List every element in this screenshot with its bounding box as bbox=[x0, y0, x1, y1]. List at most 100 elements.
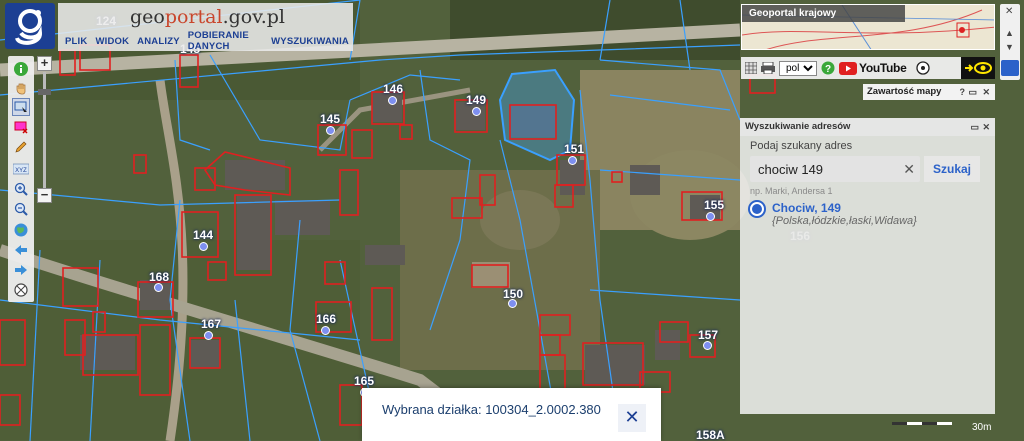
grid-icon[interactable] bbox=[745, 62, 757, 74]
minimize-icon[interactable]: ▭ bbox=[970, 118, 979, 136]
search-button[interactable]: Szukaj bbox=[924, 156, 980, 182]
menu-pobieranie-danych[interactable]: POBIERANIE DANYCH bbox=[184, 30, 267, 52]
compass-tool[interactable] bbox=[12, 281, 30, 299]
close-icon[interactable]: ✕ bbox=[1005, 6, 1013, 17]
info-tool[interactable] bbox=[12, 60, 30, 78]
result-radio[interactable] bbox=[750, 202, 764, 216]
address-point[interactable] bbox=[472, 107, 481, 116]
address-label: 157 bbox=[698, 328, 719, 342]
chevron-down-icon[interactable]: ▼ bbox=[1005, 42, 1014, 52]
close-icon[interactable]: ✕ bbox=[982, 84, 990, 100]
youtube-link[interactable]: YouTube bbox=[839, 61, 907, 75]
address-point[interactable] bbox=[508, 299, 517, 308]
arrow-right-icon bbox=[15, 265, 27, 275]
address-point[interactable] bbox=[703, 341, 712, 350]
search-panel-title: Wyszukiwanie adresów bbox=[745, 121, 851, 132]
zoom-out-tool[interactable] bbox=[12, 200, 30, 218]
zoom-out-button[interactable]: − bbox=[37, 188, 52, 203]
next-view-tool[interactable] bbox=[12, 261, 30, 279]
brand-title: geoportal.gov.pl bbox=[58, 3, 353, 31]
menu-widok[interactable]: WIDOK bbox=[91, 36, 133, 47]
zoom-out-icon bbox=[14, 202, 28, 216]
select-area-icon bbox=[14, 101, 27, 112]
maximize-icon[interactable]: ▭ bbox=[968, 84, 977, 100]
result-title[interactable]: Chociw, 149 bbox=[772, 201, 841, 215]
address-point[interactable] bbox=[321, 326, 330, 335]
address-point[interactable] bbox=[388, 96, 397, 105]
address-label: 168 bbox=[149, 270, 170, 284]
address-point[interactable] bbox=[204, 331, 213, 340]
scale-label: 30m bbox=[972, 422, 992, 433]
eye-toggle-icon[interactable] bbox=[1001, 60, 1019, 76]
pan-tool[interactable] bbox=[12, 80, 30, 98]
info-icon bbox=[14, 62, 28, 76]
address-point[interactable] bbox=[706, 212, 715, 221]
draw-tool[interactable] bbox=[12, 138, 30, 156]
right-controls: ✕ ▲ ▼ bbox=[1000, 4, 1020, 80]
zoom-slider[interactable]: + − bbox=[37, 56, 52, 204]
geoportal-logo[interactable] bbox=[5, 3, 55, 49]
overview-map-title: Geoportal krajowy bbox=[742, 5, 905, 22]
xyz-coordinates-icon: XYZ bbox=[13, 163, 29, 175]
address-label: 167 bbox=[201, 317, 222, 331]
youtube-label: YouTube bbox=[859, 61, 907, 75]
selected-parcel-popup: Wybrana działka: 100304_2.0002.380 ✕ bbox=[362, 388, 661, 441]
address-point[interactable] bbox=[199, 242, 208, 251]
language-select[interactable]: pol bbox=[779, 60, 817, 76]
help-icon[interactable]: ? bbox=[821, 61, 835, 75]
full-extent-tool[interactable] bbox=[12, 221, 30, 239]
menu-analizy[interactable]: ANALIZY bbox=[133, 36, 184, 47]
zoom-in-tool[interactable] bbox=[12, 180, 30, 198]
main-menu: PLIK WIDOK ANALIZY POBIERANIE DANYCH WYS… bbox=[58, 30, 353, 52]
accessibility-button[interactable] bbox=[961, 57, 995, 79]
map-tools: XYZ bbox=[8, 56, 34, 302]
clear-icon[interactable]: ✕ bbox=[903, 161, 915, 178]
select-tool[interactable] bbox=[12, 98, 30, 116]
address-label: 165 bbox=[354, 374, 375, 388]
search-input-wrapper: ✕ bbox=[750, 156, 920, 182]
address-label: 149 bbox=[466, 93, 487, 107]
close-icon[interactable]: ✕ bbox=[982, 118, 990, 136]
address-label: 145 bbox=[320, 112, 341, 126]
scale-bar: 30m bbox=[892, 420, 992, 434]
settings-icon[interactable] bbox=[916, 61, 931, 75]
youtube-icon bbox=[839, 61, 857, 75]
overview-map[interactable]: Geoportal krajowy bbox=[741, 4, 995, 50]
compass-icon bbox=[14, 283, 28, 297]
map-content-title: Zawartość mapy bbox=[867, 86, 942, 97]
hand-icon bbox=[16, 83, 26, 95]
search-hint: np. Marki, Andersa 1 bbox=[750, 186, 833, 196]
address-label: 144 bbox=[193, 228, 214, 242]
previous-view-tool[interactable] bbox=[12, 241, 30, 259]
address-label: 155 bbox=[704, 198, 725, 212]
menu-plik[interactable]: PLIK bbox=[61, 36, 91, 47]
close-button[interactable]: ✕ bbox=[618, 404, 646, 432]
globe-icon bbox=[14, 223, 28, 237]
brand-geo: geo bbox=[130, 6, 165, 28]
search-panel-header: Wyszukiwanie adresów ▭ ✕ bbox=[740, 118, 995, 136]
address-point[interactable] bbox=[568, 156, 577, 165]
help-button[interactable]: ? bbox=[960, 84, 966, 100]
zoom-in-button[interactable]: + bbox=[37, 56, 52, 71]
xyz-tool[interactable]: XYZ bbox=[12, 160, 30, 178]
print-icon[interactable] bbox=[761, 62, 775, 74]
address-search-input[interactable] bbox=[750, 156, 900, 182]
arrow-left-icon bbox=[15, 245, 27, 255]
brand-domain: .gov.pl bbox=[222, 6, 285, 28]
address-label: 158A bbox=[696, 428, 725, 441]
logo-g-icon bbox=[15, 9, 42, 45]
map-content-panel[interactable]: Zawartość mapy ? ▭ ✕ bbox=[863, 84, 995, 100]
zoom-handle[interactable] bbox=[38, 89, 51, 95]
chevron-up-icon[interactable]: ▲ bbox=[1005, 28, 1014, 38]
address-point[interactable] bbox=[326, 126, 335, 135]
svg-text:?: ? bbox=[825, 64, 831, 75]
top-toolbar: pol ? YouTube bbox=[741, 57, 995, 79]
select-remove-tool[interactable] bbox=[12, 118, 30, 136]
menu-wyszukiwania[interactable]: WYSZUKIWANIA bbox=[267, 36, 353, 47]
search-field-label: Podaj szukany adres bbox=[750, 140, 853, 152]
svg-text:XYZ: XYZ bbox=[15, 168, 27, 174]
zoom-in-icon bbox=[14, 182, 28, 196]
accessibility-eye-icon bbox=[965, 62, 992, 74]
address-label: 151 bbox=[564, 142, 585, 156]
address-point[interactable] bbox=[154, 283, 163, 292]
